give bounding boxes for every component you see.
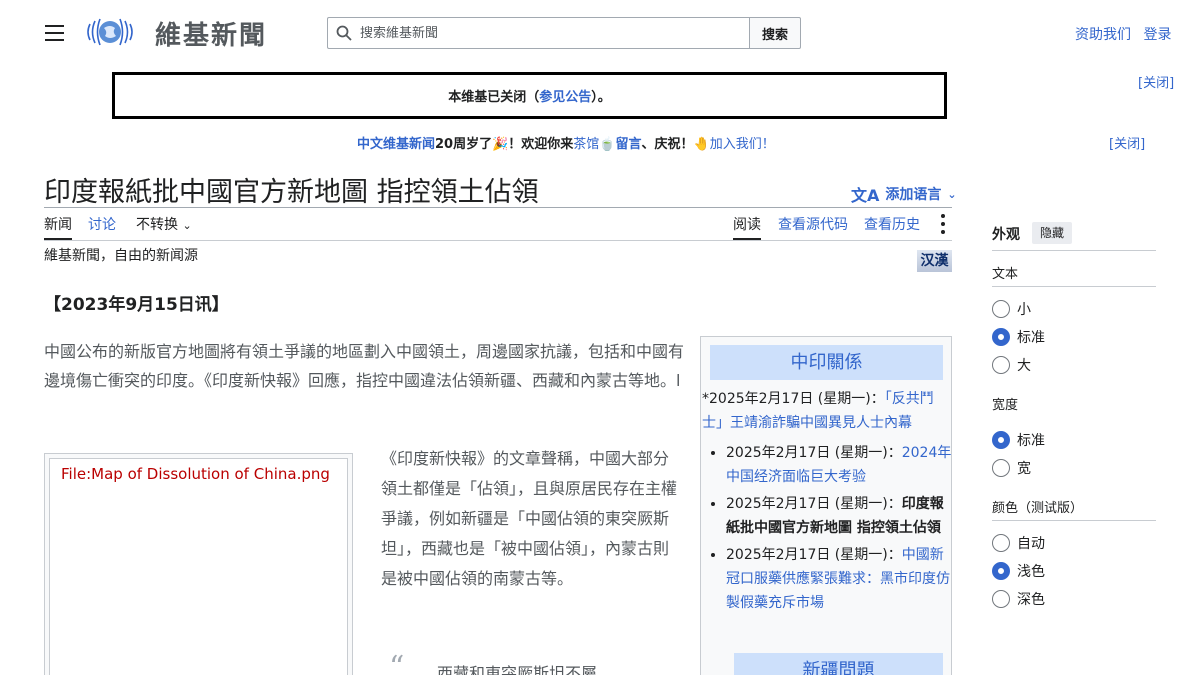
notice-link[interactable]: 参见公告 xyxy=(539,86,591,105)
appearance-title: 外观 xyxy=(992,227,1020,243)
color-dark-option[interactable]: 深色 xyxy=(992,589,1045,609)
text-size-large-option[interactable]: 大 xyxy=(992,355,1031,375)
dateline: 【2023年9月15日讯】 xyxy=(44,295,229,315)
quote-mark-icon: “ xyxy=(389,650,405,675)
banner-teahouse-link[interactable]: 茶馆 xyxy=(573,137,599,152)
chevron-down-icon: ⌄ xyxy=(182,219,192,232)
notice-suffix: ）。 xyxy=(591,90,611,105)
site-notice: 本维基已关闭（ 参见公告）。 xyxy=(112,72,947,119)
option-label: 浅色 xyxy=(1017,564,1045,580)
hide-appearance-button[interactable]: 隐藏 xyxy=(1032,222,1072,244)
width-standard-option[interactable]: 标准 xyxy=(992,430,1045,450)
item-date: 2025年2月17日 (星期一)： xyxy=(726,496,902,512)
list-item: *2025年2月17日 (星期一)：「反共鬥士」王靖渝詐騙中國異見人士內幕 xyxy=(702,387,951,435)
tab-news[interactable]: 新闻 xyxy=(44,214,72,240)
anniversary-banner: 中文维基新闻20周岁了🎉！欢迎你来茶馆🍵留言、庆祝！🤚加入我们！ xyxy=(357,133,775,152)
tab-talk[interactable]: 讨论 xyxy=(88,214,116,240)
wikinews-logo-icon[interactable] xyxy=(84,14,136,50)
user-links: 资助我们 登录 xyxy=(1075,24,1171,44)
main-menu-button[interactable] xyxy=(40,20,68,46)
blockquote-text: 西藏和東突厥斯坦不屬 xyxy=(437,664,598,675)
text-size-small-option[interactable]: 小 xyxy=(992,299,1031,319)
option-label: 自动 xyxy=(1017,536,1045,552)
tab-history[interactable]: 查看历史 xyxy=(864,214,920,240)
text-size-label: 文本 xyxy=(992,267,1019,282)
radio-button-selected[interactable] xyxy=(992,328,1010,346)
related-news-list: 2025年2月17日 (星期一)：2024年中国经济面临巨大考验 2025年2月… xyxy=(726,441,951,618)
lead-paragraph: 中國公布的新版官方地圖將有領土爭議的地區劃入中國領土，周邊國家抗議，包括和中國有… xyxy=(44,342,685,390)
width-wide-option[interactable]: 宽 xyxy=(992,458,1031,478)
tea-icon: 🍵 xyxy=(599,137,616,152)
tab-view-source[interactable]: 查看源代码 xyxy=(778,214,848,240)
page-title: 印度報紙批中國官方新地圖 指控領土佔領 xyxy=(44,177,539,208)
title-divider xyxy=(44,207,952,208)
login-link[interactable]: 登录 xyxy=(1143,27,1171,43)
color-label: 颜色（测试版） xyxy=(992,501,1084,516)
color-auto-option[interactable]: 自动 xyxy=(992,533,1045,553)
tabs-divider xyxy=(44,240,952,241)
list-item: 2025年2月17日 (星期一)：中國新冠口服藥供應緊張難求：黑市印度仿製假藥充… xyxy=(726,543,951,615)
banner-join-link[interactable]: 加入我们！ xyxy=(710,137,775,152)
notice-close-link[interactable]: [关闭] xyxy=(1138,72,1174,91)
banner-wikinews-link[interactable]: 中文维基新闻 xyxy=(357,137,435,152)
image-frame: File:Map of Dissolution of China.png xyxy=(49,458,348,675)
search-icon xyxy=(336,25,352,41)
banner-celebrate-text: 、庆祝！ xyxy=(641,137,694,152)
add-languages-label: 添加语言 xyxy=(885,187,942,203)
hanzi-conversion-icon[interactable]: 汉漢 xyxy=(917,250,952,272)
divider xyxy=(992,250,1156,251)
radio-button-selected[interactable] xyxy=(992,431,1010,449)
site-wordmark[interactable]: 維基新聞 xyxy=(155,15,267,52)
option-label: 标准 xyxy=(1017,330,1045,346)
tab-variant[interactable]: 不转换 ⌄ xyxy=(136,214,192,240)
image-figure: File:Map of Dissolution of China.png xyxy=(44,453,353,675)
search-input[interactable] xyxy=(360,25,740,41)
search-box[interactable] xyxy=(327,17,750,49)
text-size-standard-option[interactable]: 标准 xyxy=(992,327,1045,347)
radio-button[interactable] xyxy=(992,300,1010,318)
variant-label: 不转换 xyxy=(136,217,178,233)
option-label: 小 xyxy=(1017,302,1031,318)
donate-link[interactable]: 资助我们 xyxy=(1075,27,1131,43)
radio-button[interactable] xyxy=(992,534,1010,552)
width-label: 宽度 xyxy=(992,398,1019,413)
color-light-option[interactable]: 浅色 xyxy=(992,561,1045,581)
list-item: 2025年2月17日 (星期一)：2024年中国经济面临巨大考验 xyxy=(726,441,951,489)
item-date: *2025年2月17日 (星期一)： xyxy=(702,391,885,407)
list-item: 2025年2月17日 (星期一)：印度報紙批中國官方新地圖 指控領土佔領 xyxy=(726,492,951,540)
option-label: 深色 xyxy=(1017,592,1045,608)
related-news-box: 中印關係 *2025年2月17日 (星期一)：「反共鬥士」王靖渝詐騙中國異見人士… xyxy=(700,336,952,675)
banner-close-link[interactable]: [关闭] xyxy=(1109,133,1145,152)
radio-button-selected[interactable] xyxy=(992,562,1010,580)
divider xyxy=(992,286,1156,287)
tab-read[interactable]: 阅读 xyxy=(733,214,761,240)
divider xyxy=(992,520,1156,521)
missing-file-link[interactable]: File:Map of Dissolution of China.png xyxy=(61,465,330,483)
banner-message-link[interactable]: 留言 xyxy=(616,137,642,152)
radio-button[interactable] xyxy=(992,356,1010,374)
search-button[interactable]: 搜索 xyxy=(749,17,801,49)
radio-button[interactable] xyxy=(992,459,1010,477)
tagline: 維基新聞，自由的新闻源 xyxy=(44,248,198,264)
chevron-down-icon: ⌄ xyxy=(947,187,957,201)
item-date: 2025年2月17日 (星期一)： xyxy=(726,547,902,563)
more-actions-icon[interactable] xyxy=(936,212,950,236)
option-label: 宽 xyxy=(1017,461,1031,477)
option-label: 标准 xyxy=(1017,433,1045,449)
option-label: 大 xyxy=(1017,358,1031,374)
notice-prefix: 本维基已关闭（ xyxy=(448,90,540,105)
body-paragraph: 《印度新快報》的文章聲稱，中國大部分領土都僅是「佔領」，且與原居民存在主權爭議，… xyxy=(381,449,678,588)
xinjiang-heading[interactable]: 新疆問題 xyxy=(734,653,943,675)
add-languages-button[interactable]: 文A 添加语言 ⌄ xyxy=(851,182,957,206)
translate-icon: 文A xyxy=(851,186,880,205)
item-date: 2025年2月17日 (星期一)： xyxy=(726,445,902,461)
radio-button[interactable] xyxy=(992,590,1010,608)
hand-icon: 🤚 xyxy=(693,137,710,152)
related-news-heading[interactable]: 中印關係 xyxy=(710,345,943,380)
banner-text: 20周岁了🎉！欢迎你来 xyxy=(435,137,574,152)
